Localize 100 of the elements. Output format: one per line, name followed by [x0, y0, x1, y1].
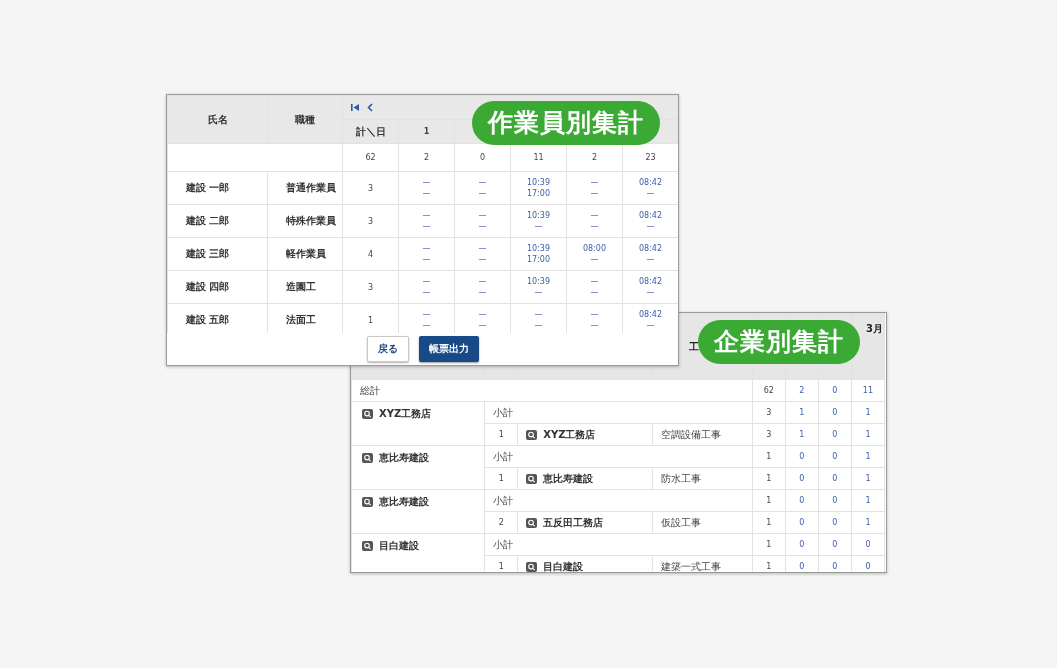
company-name: 恵比寿建設 — [379, 496, 429, 507]
table-cell: 小計 — [484, 401, 753, 424]
search-icon[interactable] — [362, 497, 373, 507]
table-cell: 11 — [851, 379, 885, 402]
time-cell-text: — — — [421, 243, 432, 265]
table-cell: 1 — [752, 489, 786, 512]
table-cell: 2 — [484, 511, 518, 534]
column-header: 氏名 — [167, 95, 268, 144]
time-cell-text: — — — [477, 276, 488, 298]
table-cell: 1 — [851, 423, 885, 446]
table-cell: 4 — [342, 237, 399, 271]
company-name: XYZ工務店 — [379, 408, 432, 419]
time-cell-text: — — — [533, 309, 544, 331]
table-cell: 1 — [484, 423, 518, 446]
time-cell-text: — — — [477, 177, 488, 199]
table-cell: 2 — [398, 143, 455, 172]
table-cell: 1 — [851, 401, 885, 424]
search-icon[interactable] — [362, 541, 373, 551]
table-cell: 3 — [752, 401, 786, 424]
time-cell-text: — — — [477, 210, 488, 232]
table-cell: 3 — [342, 171, 399, 205]
company-name: 恵比寿建設 — [379, 452, 429, 463]
back-button[interactable]: 戻る — [366, 336, 409, 362]
table-cell: 62 — [342, 143, 399, 172]
time-cell-text: 10:39 17:00 — [525, 243, 552, 265]
time-cell-text: 10:39 — — [525, 210, 552, 232]
time-cell-text: 08:42 — — [637, 276, 664, 298]
search-icon[interactable] — [362, 409, 373, 419]
table-cell: 防水工事 — [652, 467, 753, 490]
time-cell-text: 10:39 — — [525, 276, 552, 298]
time-cell-text: 08:00 — — [581, 243, 608, 265]
time-cell-text: — — — [477, 243, 488, 265]
table-cell: 0 — [818, 467, 852, 490]
table-cell: 1 — [484, 467, 518, 490]
time-cell-text: — — — [589, 276, 600, 298]
search-icon[interactable] — [362, 453, 373, 463]
company-name: XYZ工務店 — [543, 428, 596, 440]
table-cell: 軽作業員 — [267, 237, 343, 271]
table-cell: 3 — [342, 270, 399, 304]
time-cell-text: — — — [477, 309, 488, 331]
time-cell-text: 08:42 — — [637, 243, 664, 265]
table-cell: 1 — [752, 533, 786, 556]
table-cell: 0 — [818, 445, 852, 468]
table-cell: 小計 — [484, 489, 753, 512]
table-cell: 1 — [785, 423, 819, 446]
table-cell: 0 — [785, 511, 819, 534]
table-cell: 小計 — [484, 445, 753, 468]
time-cell-text: — — — [589, 309, 600, 331]
company-name: 五反田工務店 — [543, 516, 604, 528]
table-cell: 建設 五郎 — [167, 303, 268, 333]
table-cell: 0 — [818, 379, 852, 402]
table-cell: 0 — [818, 489, 852, 512]
export-button[interactable]: 帳票出力 — [418, 336, 479, 362]
table-cell: 0 — [818, 511, 852, 534]
table-cell: 1 — [752, 511, 786, 534]
table-cell: 0 — [818, 401, 852, 424]
time-cell-text: — — — [421, 210, 432, 232]
table-cell: 造園工 — [267, 270, 343, 304]
title-badge: 企業別集計 — [698, 320, 860, 364]
company-name: 目白建設 — [543, 560, 584, 572]
table-cell: 0 — [785, 489, 819, 512]
table-cell: 小計 — [484, 533, 753, 556]
search-icon[interactable] — [526, 561, 538, 572]
table-cell: 仮設工事 — [652, 511, 753, 534]
company-name: 恵比寿建設 — [543, 472, 594, 484]
table-cell: 建設 一郎 — [167, 171, 268, 205]
first-page-icon[interactable] — [351, 103, 359, 112]
table-cell: 1 — [851, 445, 885, 468]
table-cell: 62 — [752, 379, 786, 402]
table-cell: 0 — [818, 423, 852, 446]
table-cell: 1 — [851, 511, 885, 534]
table-cell: 空調設備工事 — [652, 423, 753, 446]
table-cell: 1 — [752, 445, 786, 468]
time-cell-text: — — — [589, 210, 600, 232]
table-cell: 建設 四郎 — [167, 270, 268, 304]
table-cell: 0 — [851, 533, 885, 556]
table-cell: 特殊作業員 — [267, 204, 343, 238]
table-cell: 3 — [752, 423, 786, 446]
table-cell: 建設 三郎 — [167, 237, 268, 271]
search-icon[interactable] — [526, 473, 538, 484]
time-cell-text: — — — [421, 309, 432, 331]
table-cell: 0 — [785, 533, 819, 556]
time-cell-text: 08:42 — — [637, 177, 664, 199]
time-cell-text: — — — [421, 177, 432, 199]
table-cell: 1 — [785, 401, 819, 424]
table-cell: 0 — [785, 467, 819, 490]
company-name: 目白建設 — [379, 540, 419, 551]
table-cell: 2 — [785, 379, 819, 402]
table-cell: 0 — [785, 445, 819, 468]
previous-icon[interactable] — [367, 103, 373, 112]
column-header: 職種 — [267, 95, 343, 144]
time-cell-text: 08:42 — — [637, 210, 664, 232]
table-cell: 3 — [342, 204, 399, 238]
table-cell: 総計 — [351, 379, 753, 402]
table-cell: 建設 二郎 — [167, 204, 268, 238]
search-icon[interactable] — [526, 517, 538, 528]
table-cell: 0 — [818, 533, 852, 556]
search-icon[interactable] — [526, 429, 538, 440]
time-cell-text: — — — [589, 177, 600, 199]
table-cell: 1 — [752, 467, 786, 490]
